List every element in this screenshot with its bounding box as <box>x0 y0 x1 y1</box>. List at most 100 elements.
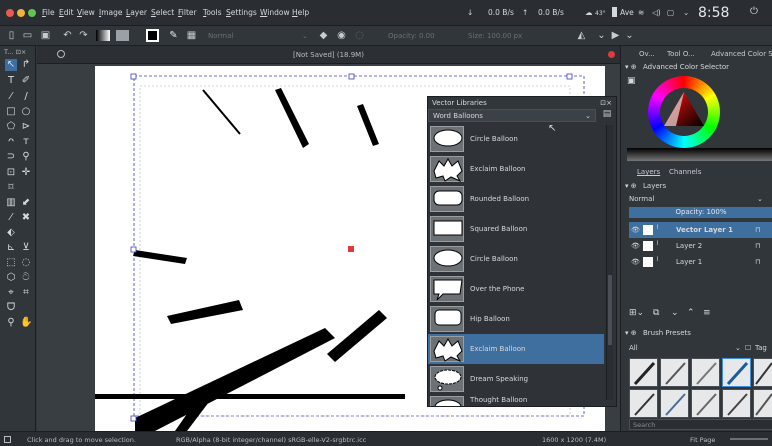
move-down-icon[interactable]: ⌄ <box>671 308 679 318</box>
menu-window[interactable]: Window <box>260 8 290 17</box>
eye-icon[interactable]: 👁 <box>631 242 640 250</box>
docker-collapse-icon[interactable]: ▾ ⊕ <box>625 329 637 337</box>
selection-handle[interactable] <box>130 246 137 253</box>
grid-icon[interactable]: ▦ <box>186 30 197 41</box>
tag-checkbox[interactable]: ☐ <box>745 344 751 352</box>
color-swatch[interactable] <box>146 29 159 42</box>
measure-tool-icon[interactable]: ⊾ <box>5 242 17 254</box>
tab-tool-options[interactable]: Tool O... <box>667 50 695 61</box>
list-item[interactable]: Squared Balloon <box>428 214 604 244</box>
blend-mode-select[interactable]: Normal <box>208 32 233 40</box>
rotation-center-handle[interactable] <box>348 246 354 252</box>
chevron-down-icon[interactable]: ⌄ <box>757 195 763 203</box>
pattern-swatch[interactable] <box>116 30 129 41</box>
menu-settings[interactable]: Settings <box>226 8 257 17</box>
ellipse-select-icon[interactable]: ◌ <box>20 257 32 269</box>
list-item[interactable]: Thought Balloon <box>428 394 604 406</box>
brush-preset-icon[interactable]: ✎ <box>168 30 179 41</box>
list-item[interactable]: Dream Speaking <box>428 364 604 394</box>
close-window-icon[interactable] <box>6 9 14 17</box>
tab-layers[interactable]: Layers <box>637 168 660 179</box>
selection-handle[interactable] <box>348 73 355 80</box>
add-layer-icon[interactable]: ⊞⌄ <box>629 308 644 318</box>
freehand-brush-icon[interactable]: ⁄ <box>5 91 17 103</box>
brush-preset[interactable] <box>753 358 772 387</box>
lock-icon[interactable]: ⊓ <box>755 258 760 266</box>
brush-preset[interactable] <box>722 358 751 387</box>
list-item[interactable]: Exclaim Balloon <box>428 334 604 364</box>
fill-tool-icon[interactable]: ✖ <box>20 212 32 224</box>
menu-tools[interactable]: Tools <box>203 8 221 17</box>
selection-handle[interactable] <box>130 73 137 80</box>
bezier-select-icon[interactable]: ᗜ <box>5 302 17 314</box>
open-folder-icon[interactable]: ▭ <box>22 30 33 41</box>
crop-tool-icon[interactable]: ⊡ <box>5 167 17 179</box>
list-item[interactable]: Over the Phone <box>428 274 604 304</box>
list-item[interactable]: Rounded Balloon <box>428 184 604 214</box>
color-settings-icon[interactable]: ▣ <box>627 76 636 86</box>
list-item[interactable]: Hip Balloon <box>428 304 604 334</box>
lock-icon[interactable]: ⊓ <box>755 242 760 250</box>
menu-edit[interactable]: Edit <box>59 8 74 17</box>
brush-preset[interactable] <box>660 358 689 387</box>
eye-icon[interactable]: 👁 <box>631 226 640 234</box>
layer-row[interactable]: 👁 ⌇ Vector Layer 1 ⊓ <box>629 222 772 238</box>
menu-view[interactable]: View <box>77 8 95 17</box>
opacity-slider[interactable]: Opacity: 0.00 <box>388 32 435 40</box>
magic-wand-icon[interactable]: ⌖ <box>5 287 17 299</box>
similar-select-icon[interactable]: ⌗ <box>20 287 32 299</box>
menu-select[interactable]: Select <box>151 8 174 17</box>
rect-select-icon[interactable]: ⬚ <box>5 257 17 269</box>
menu-filter[interactable]: Filter <box>178 8 197 17</box>
tab-advanced-color[interactable]: Advanced Color S <box>711 50 772 61</box>
chevron-down-icon[interactable]: ⌄ <box>683 8 689 17</box>
zoom-tool-icon[interactable]: ⚲ <box>5 317 17 329</box>
gradient-swatch[interactable] <box>96 30 110 41</box>
layer-blend-mode[interactable]: Normal <box>629 195 654 203</box>
calligraphy-tool-icon[interactable]: ✐ <box>20 75 32 87</box>
polygon-tool-icon[interactable]: ⬠ <box>5 121 17 133</box>
freehand-path-icon[interactable]: ᴛ <box>20 136 32 148</box>
play-icon[interactable]: ▶ <box>610 30 621 41</box>
size-slider[interactable]: Size: 100.00 px <box>468 32 522 40</box>
library-select[interactable]: Word Balloons ⌄ <box>428 109 596 122</box>
chevron-down-icon[interactable]: ⌄ <box>596 30 607 41</box>
volume-icon[interactable]: ◁) <box>652 8 661 17</box>
list-item[interactable]: Exclaim Balloon <box>428 154 604 184</box>
brush-preset[interactable] <box>660 389 689 418</box>
brush-search-input[interactable]: Search <box>629 419 772 430</box>
document-tab[interactable]: [Not Saved] (18.9M) <box>37 46 620 64</box>
menu-help[interactable]: Help <box>292 8 309 17</box>
docker-collapse-icon[interactable]: ▾ ⊕ <box>625 63 637 71</box>
wifi-icon[interactable]: ≋ <box>638 8 644 17</box>
list-item[interactable]: Circle Balloon <box>428 124 604 154</box>
duplicate-layer-icon[interactable]: ⧉ <box>653 308 659 318</box>
layer-opacity-slider[interactable]: Opacity: 100% <box>629 207 772 218</box>
multibrush-icon[interactable]: ⚲ <box>20 151 32 163</box>
selection-handle[interactable] <box>566 73 573 80</box>
lock-icon[interactable]: ⊓ <box>755 226 760 234</box>
polygon-select-icon[interactable]: ⬡ <box>5 272 17 284</box>
minimize-window-icon[interactable] <box>17 9 25 17</box>
pressure-icon[interactable]: ◌ <box>354 30 365 41</box>
bezier-tool-icon[interactable]: ᴖ <box>5 136 17 148</box>
brush-preset[interactable] <box>753 389 772 418</box>
transform-tool-icon[interactable]: ⌑ <box>5 182 17 194</box>
eraser-icon[interactable]: ◆ <box>318 30 329 41</box>
layer-row[interactable]: 👁 ⌇ Layer 1 ⊓ <box>629 254 772 270</box>
move-tool-icon[interactable]: ✛ <box>20 167 32 179</box>
selection-handle[interactable] <box>130 415 137 422</box>
docker-collapse-icon[interactable]: ▾ ⊕ <box>625 182 637 190</box>
save-icon[interactable]: ▣ <box>40 30 51 41</box>
brush-filter-select[interactable]: All <box>629 344 638 352</box>
line-tool-icon[interactable]: / <box>20 91 32 103</box>
color-triangle[interactable] <box>660 88 708 136</box>
brush-preset[interactable] <box>722 389 751 418</box>
eyedropper-icon[interactable]: ⁄ <box>5 212 17 224</box>
library-menu-icon[interactable]: ▤ <box>600 109 614 122</box>
ellipse-tool-icon[interactable]: ○ <box>20 106 32 118</box>
redo-icon[interactable]: ↷ <box>78 30 89 41</box>
menu-image[interactable]: Image <box>99 8 123 17</box>
gradient-tool-icon[interactable]: ▥ <box>5 197 17 209</box>
undo-icon[interactable]: ↶ <box>62 30 73 41</box>
